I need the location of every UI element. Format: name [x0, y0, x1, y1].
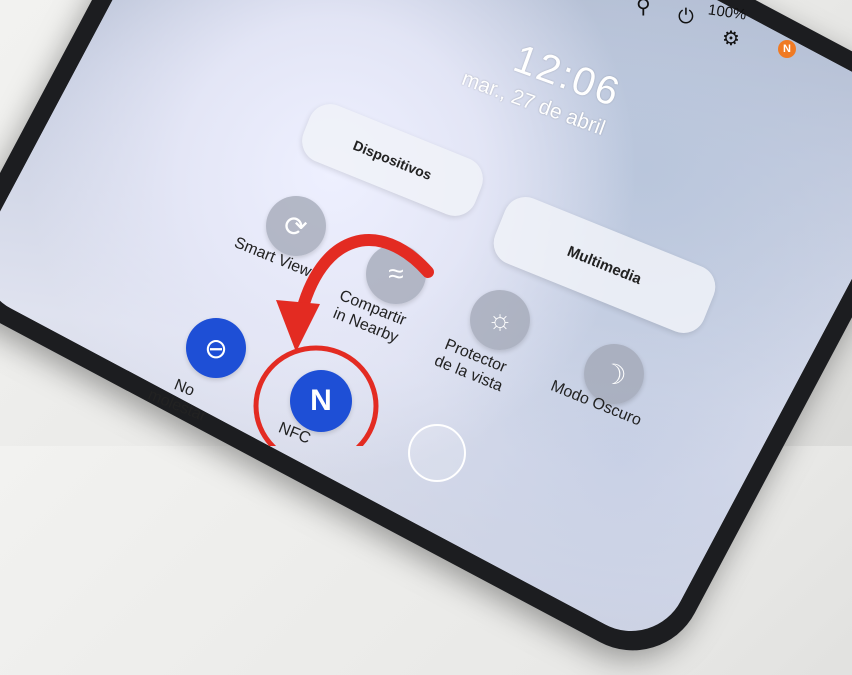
annotation-circle [253, 345, 379, 446]
annotation-arrow-head [276, 300, 320, 352]
screen-overlay: ⚲ ⏻ ⚙ 100% N 12:06 mar., 27 de abril Dis… [0, 0, 852, 482]
annotation-overlay [253, 234, 434, 446]
annotation-arrow-shaft [294, 234, 434, 324]
